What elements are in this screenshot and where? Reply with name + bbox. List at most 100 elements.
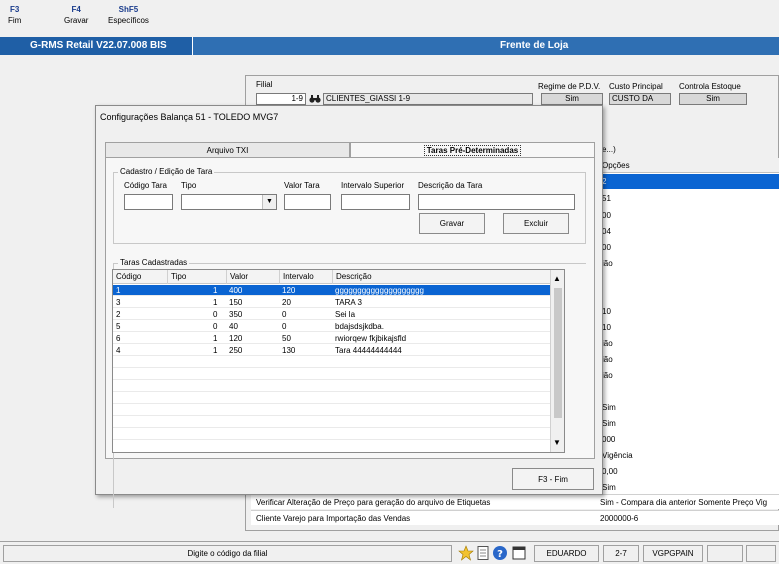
option-row[interactable]: 2 xyxy=(598,174,779,189)
col-valor[interactable]: Valor xyxy=(227,270,280,284)
tipo-select[interactable]: ▼ xyxy=(181,194,277,210)
taras-table[interactable]: Código Tipo Valor Intervalo Descrição 1 … xyxy=(112,269,565,453)
cell-codigo: 5 xyxy=(116,322,121,331)
binoculars-icon[interactable] xyxy=(309,94,321,104)
col-descricao[interactable]: Descrição xyxy=(333,270,552,284)
option-row[interactable]: 51 xyxy=(598,191,779,206)
regime-label: Regime de P.D.V. xyxy=(538,82,601,91)
option-row[interactable] xyxy=(598,288,779,303)
option-row[interactable]: ião xyxy=(598,256,779,271)
gravar-button[interactable]: Gravar xyxy=(419,213,485,234)
cell-tipo: 1 xyxy=(213,286,218,295)
tipo-label: Tipo xyxy=(181,181,197,190)
option-row[interactable]: 0,00 xyxy=(598,464,779,479)
codigo-tara-input[interactable] xyxy=(124,194,173,210)
status-message: Digite o código da filial xyxy=(3,545,452,562)
cell-tipo: 0 xyxy=(213,322,218,331)
option-row[interactable]: Sim xyxy=(598,480,779,495)
option-row[interactable]: Sim xyxy=(598,400,779,415)
valor-tara-input[interactable] xyxy=(284,194,331,210)
help-icon[interactable]: ? xyxy=(492,545,508,561)
descricao-tara-input[interactable] xyxy=(418,194,575,210)
option-row[interactable]: ião xyxy=(598,352,779,367)
cell-intervalo: 0 xyxy=(282,322,287,331)
empty-row xyxy=(113,357,550,368)
option-row[interactable]: 00 xyxy=(598,240,779,255)
filial-code-field[interactable]: 1-9 xyxy=(256,93,306,105)
f3-fim-key[interactable]: F3 Fim xyxy=(8,5,21,25)
cell-codigo: 1 xyxy=(116,286,121,295)
scroll-up-icon[interactable]: ▲ xyxy=(553,274,561,283)
f4-gravar-key[interactable]: F4 Gravar xyxy=(64,5,88,25)
cell-descricao: Tara 44444444444 xyxy=(335,346,402,355)
excluir-button[interactable]: Excluir xyxy=(503,213,569,234)
table-row[interactable]: 4 1 250 130 Tara 44444444444 xyxy=(113,345,550,356)
codigo-label: Código Tara xyxy=(124,181,167,190)
option-row[interactable]: 10 xyxy=(598,304,779,319)
fkey-label: Gravar xyxy=(64,16,89,25)
custo-value[interactable]: CUSTO DA xyxy=(609,93,671,105)
fkey-label: Fim xyxy=(8,16,22,25)
scroll-thumb[interactable] xyxy=(554,288,562,418)
table-row[interactable]: 6 1 120 50 rwiorqew fkjbikajsfld xyxy=(113,333,550,344)
shf5-especificos-key[interactable]: ShF5 Específicos xyxy=(108,5,149,25)
option-row[interactable]: ião xyxy=(598,368,779,383)
intervalo-superior-input[interactable] xyxy=(341,194,410,210)
config-row[interactable]: Cliente Varejo para Importação das Venda… xyxy=(251,510,779,525)
table-scrollbar[interactable]: ▲ ▼ xyxy=(550,270,564,452)
partial-tab-label[interactable]: e...) xyxy=(602,145,616,154)
table-row[interactable]: 1 1 400 120 gggggggggggggggggggg xyxy=(113,285,550,296)
option-row[interactable]: 00 xyxy=(598,208,779,223)
tab-taras-pre-determinadas[interactable]: Taras Pré-Determinadas xyxy=(350,142,595,158)
cadastro-title: Cadastro / Edição de Tara xyxy=(118,167,215,176)
tab-arquivo-txi[interactable]: Arquivo TXI xyxy=(105,142,350,158)
scroll-down-icon[interactable]: ▼ xyxy=(553,438,561,447)
regime-value[interactable]: Sim xyxy=(541,93,603,105)
option-row[interactable]: Sim xyxy=(598,416,779,431)
fkey-code: F3 xyxy=(9,5,20,14)
option-row[interactable]: Vigência xyxy=(598,448,779,463)
option-row[interactable]: 10 xyxy=(598,320,779,335)
svg-text:?: ? xyxy=(497,549,503,560)
col-intervalo[interactable]: Intervalo xyxy=(280,270,333,284)
config-value: Sim - Compara dia anterior Somente Preço… xyxy=(600,498,768,507)
empty-row xyxy=(113,369,550,380)
table-row[interactable]: 5 0 40 0 bdajsdsjkdba. xyxy=(113,321,550,332)
cell-tipo: 0 xyxy=(213,310,218,319)
star-icon[interactable] xyxy=(458,545,474,561)
config-value: 2000000-6 xyxy=(600,514,639,523)
f3-fim-button[interactable]: F3 - Fim xyxy=(512,468,594,490)
option-row[interactable]: 000 xyxy=(598,432,779,447)
col-codigo[interactable]: Código xyxy=(113,270,168,284)
app-version: G-RMS Retail V22.07.008 BIS xyxy=(0,37,193,55)
table-row[interactable]: 3 1 150 20 TARA 3 xyxy=(113,297,550,308)
chevron-down-icon[interactable]: ▼ xyxy=(262,195,276,209)
cell-descricao: TARA 3 xyxy=(335,298,362,307)
fkey-code: ShF5 xyxy=(118,5,139,14)
option-row[interactable] xyxy=(598,272,779,287)
descricao-label: Descrição da Tara xyxy=(418,181,483,190)
option-row[interactable]: 04 xyxy=(598,224,779,239)
cell-intervalo: 130 xyxy=(282,346,296,355)
estoque-value[interactable]: Sim xyxy=(679,93,747,105)
custo-label: Custo Principal xyxy=(609,82,663,91)
empty-row xyxy=(113,393,550,404)
window-icon[interactable] xyxy=(511,545,527,561)
col-tipo[interactable]: Tipo xyxy=(168,270,227,284)
fkey-code: F4 xyxy=(71,5,81,14)
document-icon[interactable] xyxy=(475,545,491,561)
table-header: Código Tipo Valor Intervalo Descrição xyxy=(113,270,552,284)
option-row[interactable] xyxy=(598,384,779,399)
balanca-config-dialog: Configurações Balança 51 - TOLEDO MVG7 A… xyxy=(95,105,603,508)
cell-intervalo: 120 xyxy=(282,286,296,295)
empty-row xyxy=(113,417,550,428)
cell-codigo: 3 xyxy=(116,298,121,307)
cell-codigo: 4 xyxy=(116,346,121,355)
table-row[interactable]: 2 0 350 0 Sei la xyxy=(113,309,550,320)
options-list[interactable]: Opções 2 51 00 04 00 ião 10 10 ião ião i… xyxy=(597,158,779,496)
cell-valor: 250 xyxy=(229,346,243,355)
estoque-label: Controla Estoque xyxy=(679,82,741,91)
option-row[interactable]: ião xyxy=(598,336,779,351)
status-host: VGPGPAIN xyxy=(643,545,703,562)
cell-valor: 40 xyxy=(229,322,238,331)
